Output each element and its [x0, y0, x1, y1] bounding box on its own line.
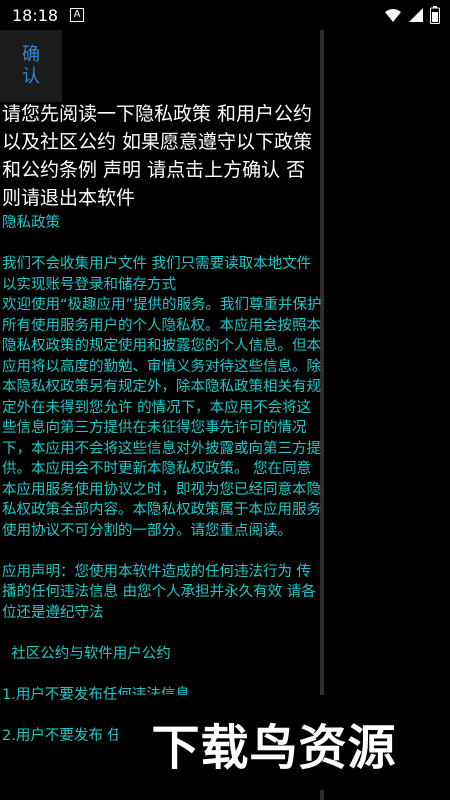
status-icons: [384, 6, 440, 24]
notification-a-icon: A: [70, 8, 84, 22]
signal-icon: [409, 8, 423, 22]
battery-icon: [430, 6, 440, 24]
watermark-overlay: 下载鸟资源: [118, 695, 430, 790]
privacy-notice-text: 请您先阅读一下隐私政策 和用户公约 以及社区公约 如果愿意遵守以下政策和公约条例…: [2, 103, 319, 209]
confirm-button[interactable]: 确认: [0, 30, 62, 102]
watermark-text: 下载鸟资源: [151, 719, 397, 776]
status-time: 18:18: [12, 6, 59, 25]
screen: 18:18 A 确认 请您先阅读一下隐私政策 和用户公约 以及社区公约 如果愿意…: [0, 0, 450, 800]
status-bar: 18:18 A: [0, 0, 450, 30]
wifi-icon: [385, 9, 401, 22]
privacy-policy-text: 隐私政策 我们不会收集用户文件 我们只需要读取本地文件 以实现账号登录和储存方式…: [2, 215, 322, 744]
